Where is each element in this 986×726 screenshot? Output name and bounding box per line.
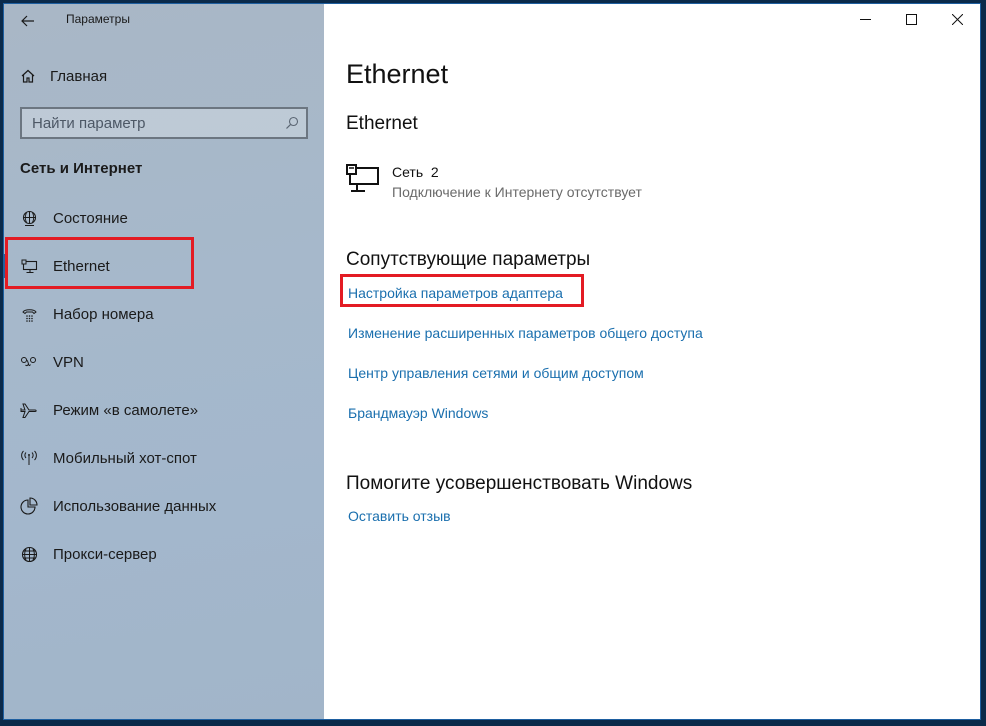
sidebar: Параметры Главная Сеть и Интернет Состоя… (4, 4, 324, 719)
related-settings-title: Сопутствующие параметры (346, 249, 591, 270)
search-box (20, 107, 308, 139)
sidebar-item-airplane[interactable]: Режим «в самолете» (4, 386, 324, 434)
globe-icon (20, 545, 38, 563)
help-title: Помогите усовершенствовать Windows (346, 473, 693, 494)
sidebar-item-dial-up[interactable]: Набор номера (4, 290, 324, 338)
sidebar-item-hotspot[interactable]: Мобильный хот-спот (4, 434, 324, 482)
sidebar-item-label: Набор номера (53, 305, 154, 323)
network-center-link[interactable]: Центр управления сетями и общим доступом (348, 365, 644, 381)
network-item[interactable]: Сеть 2 Подключение к Интернету отсутству… (346, 164, 642, 200)
sidebar-item-data-usage[interactable]: Использование данных (4, 482, 324, 530)
page-title: Ethernet (346, 59, 449, 89)
sidebar-item-status[interactable]: Состояние (4, 194, 324, 242)
ethernet-monitor-icon (346, 164, 379, 192)
nav-list: Состояние Ethernet Набор номера VPN Режи… (4, 194, 324, 578)
nav-home[interactable]: Главная (20, 64, 107, 88)
nav-home-label: Главная (50, 67, 108, 85)
sidebar-item-label: Мобильный хот-спот (53, 449, 197, 467)
network-name: Сеть 2 (392, 164, 439, 180)
sidebar-item-vpn[interactable]: VPN (4, 338, 324, 386)
firewall-link[interactable]: Брандмауэр Windows (348, 405, 488, 421)
sidebar-item-proxy[interactable]: Прокси-сервер (4, 530, 324, 578)
data-usage-icon (20, 497, 38, 515)
search-icon[interactable] (284, 115, 300, 131)
section-subtitle: Ethernet (346, 113, 418, 134)
advanced-sharing-link[interactable]: Изменение расширенных параметров общего … (348, 325, 703, 341)
sidebar-item-label: Прокси-сервер (53, 545, 157, 563)
main-content: Ethernet Ethernet Сеть 2 Подключение к И… (340, 4, 980, 719)
network-info: Сеть 2 Подключение к Интернету отсутству… (392, 164, 642, 200)
sidebar-item-label: Режим «в самолете» (53, 401, 199, 419)
section-title: Сеть и Интернет (20, 160, 143, 177)
ethernet-icon (20, 257, 38, 275)
hotspot-icon (20, 449, 38, 467)
vpn-icon (20, 353, 38, 371)
home-icon (21, 69, 35, 83)
back-button[interactable] (12, 8, 44, 34)
sidebar-item-label: Использование данных (53, 497, 217, 515)
dial-up-icon (20, 305, 38, 323)
globe-status-icon (20, 209, 38, 227)
app-title: Параметры (66, 12, 130, 26)
airplane-icon (20, 401, 38, 419)
settings-window: Параметры Главная Сеть и Интернет Состоя… (3, 3, 981, 720)
sidebar-item-ethernet[interactable]: Ethernet (4, 242, 324, 290)
adapter-settings-link[interactable]: Настройка параметров адаптера (348, 285, 563, 301)
network-status: Подключение к Интернету отсутствует (392, 184, 642, 200)
sidebar-item-label: VPN (53, 353, 84, 371)
arrow-left-icon (21, 15, 34, 27)
search-input[interactable] (22, 109, 272, 137)
sidebar-item-label: Ethernet (53, 257, 110, 275)
feedback-link[interactable]: Оставить отзыв (348, 508, 451, 524)
sidebar-item-label: Состояние (53, 209, 128, 227)
title-bar: Параметры (4, 4, 324, 36)
